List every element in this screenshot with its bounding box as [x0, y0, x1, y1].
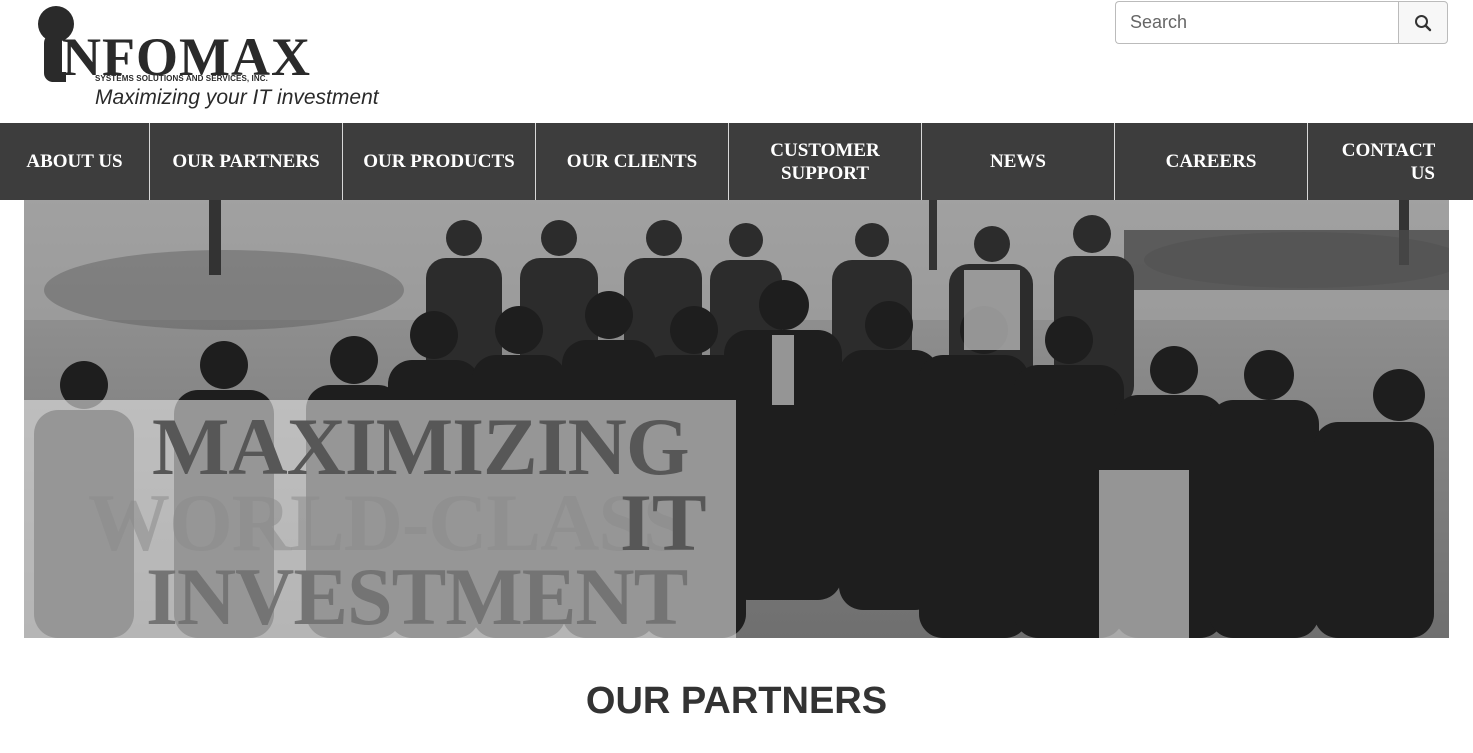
search-button[interactable] — [1398, 1, 1448, 44]
section-title-our-partners: OUR PARTNERS — [585, 680, 888, 722]
main-nav: ABOUT US OUR PARTNERS OUR PRODUCTS OUR C… — [0, 123, 1473, 200]
hero-headline-line4: INVESTMENT — [146, 551, 688, 638]
hero-banner: WORLD-CLASS MAXIMIZING IT INVESTMENT — [24, 200, 1449, 638]
nav-item-our-clients[interactable]: OUR CLIENTS — [536, 123, 729, 200]
logo-tagline: Maximizing your IT investment — [95, 86, 379, 109]
infomax-logo[interactable]: NFOMAX SYSTEMS SOLUTIONS AND SERVICES, I… — [36, 4, 436, 116]
search-bar — [1115, 1, 1448, 44]
nav-item-contact-us[interactable]: CONTACT US — [1308, 123, 1473, 200]
nav-item-about-us[interactable]: ABOUT US — [0, 123, 150, 200]
nav-item-careers[interactable]: CAREERS — [1115, 123, 1308, 200]
hero-headline-line1: MAXIMIZING — [152, 401, 690, 492]
search-icon — [1415, 14, 1432, 31]
nav-item-our-products[interactable]: OUR PRODUCTS — [343, 123, 536, 200]
nav-item-customer-support[interactable]: CUSTOMER SUPPORT — [729, 123, 922, 200]
nav-item-our-partners[interactable]: OUR PARTNERS — [150, 123, 343, 200]
search-input[interactable] — [1115, 1, 1398, 44]
nav-item-news[interactable]: NEWS — [922, 123, 1115, 200]
logo-i-mark — [44, 34, 66, 82]
logo-subtitle: SYSTEMS SOLUTIONS AND SERVICES, INC. — [95, 74, 268, 83]
site-header: NFOMAX SYSTEMS SOLUTIONS AND SERVICES, I… — [0, 0, 1473, 123]
